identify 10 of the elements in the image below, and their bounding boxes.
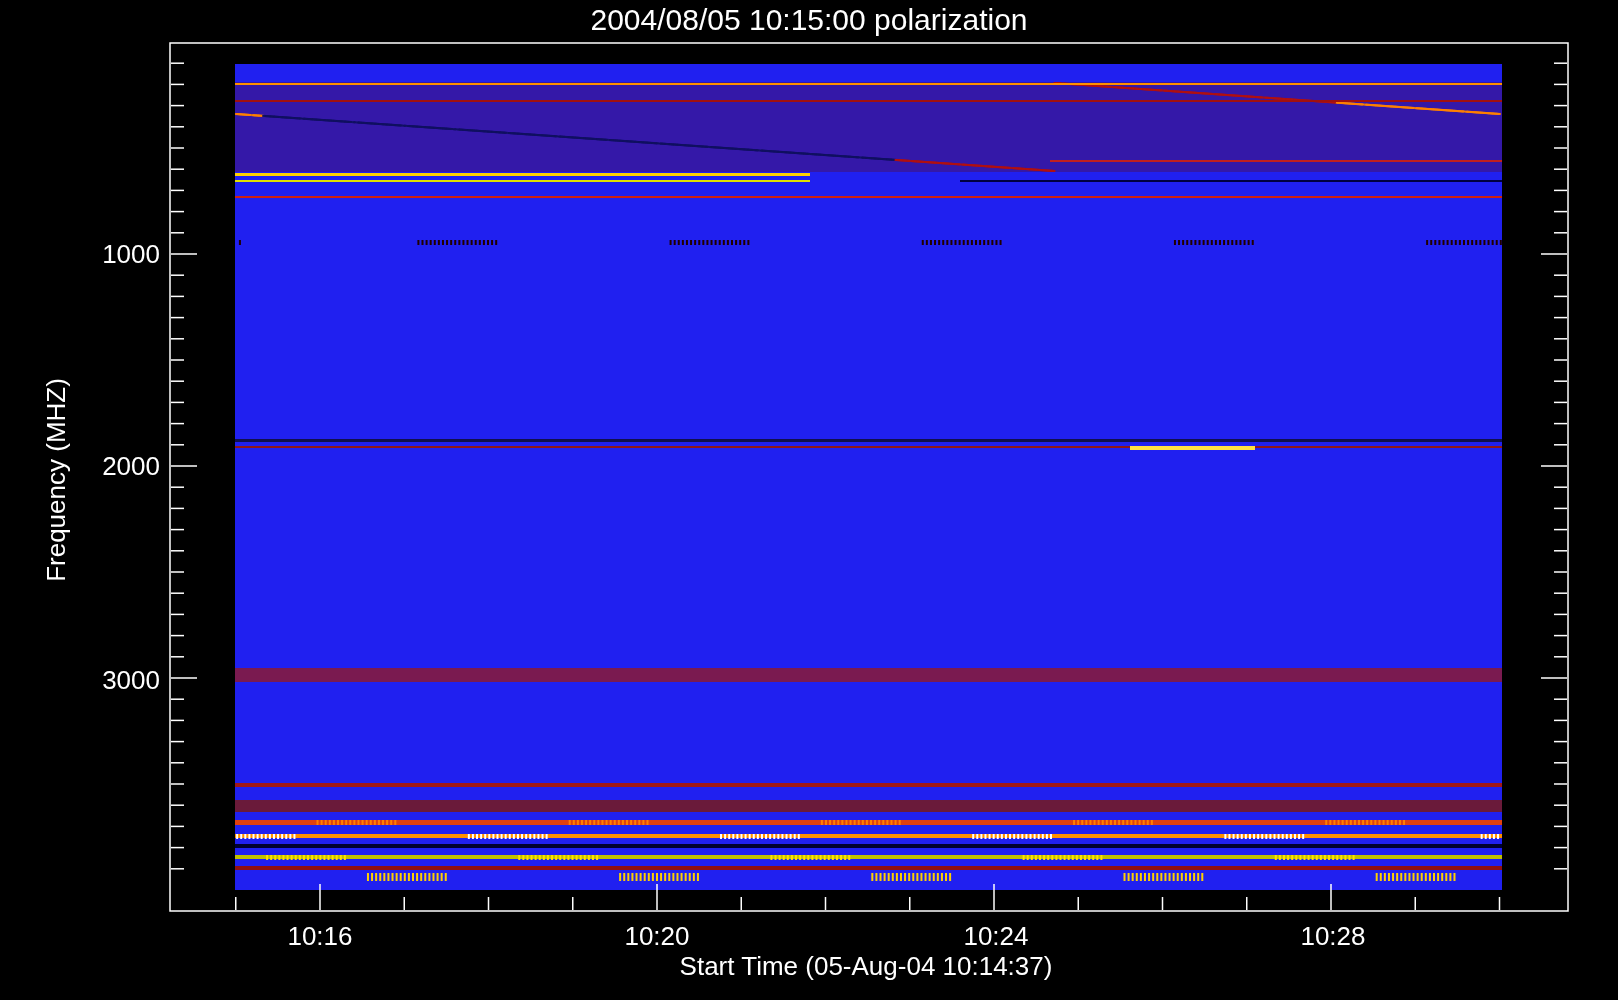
x-tick-label: 10:16 (287, 921, 353, 951)
x-tick-label: 10:24 (963, 921, 1029, 951)
y-tick-label: 3000 (102, 665, 160, 695)
x-axis-label: Start Time (05-Aug-04 10:14:37) (679, 951, 1053, 981)
y-axis-label: Frequency (MHZ) (41, 378, 71, 582)
x-tick-label: 10:28 (1300, 921, 1366, 951)
x-tick-label: 10:20 (624, 921, 690, 951)
y-tick-label: 1000 (102, 239, 160, 269)
y-tick-label: 2000 (102, 451, 160, 481)
plot-title: 2004/08/05 10:15:00 polarization (590, 3, 1028, 36)
